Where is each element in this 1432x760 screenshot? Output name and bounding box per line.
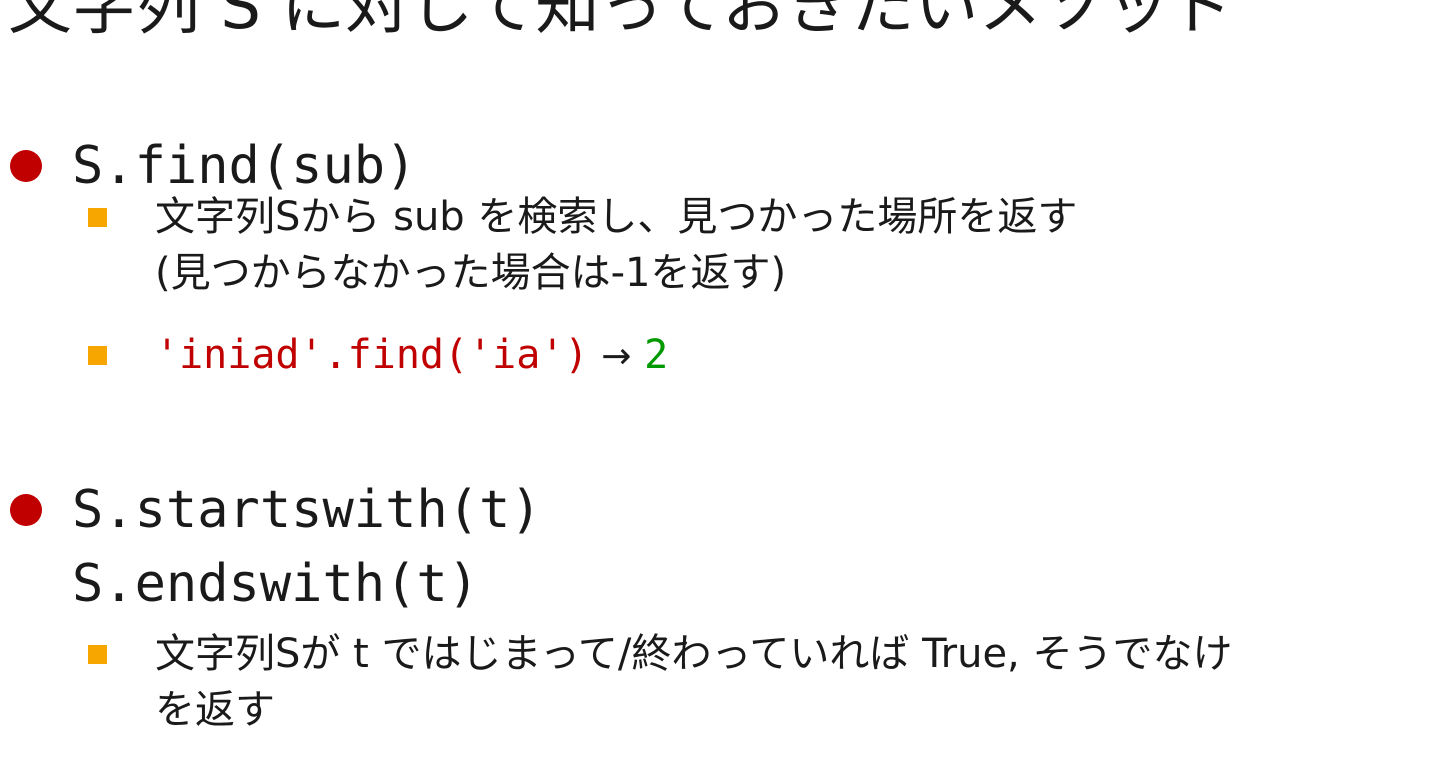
startswith-description-line1: 文字列Sが t ではじまって/終わっていれば True, そうでなけ <box>155 631 1233 677</box>
bullet-dot-startswith <box>10 494 42 526</box>
arrow-icon: → <box>601 336 632 377</box>
sub-bullet-find-example <box>88 346 107 365</box>
bullet-dot-find <box>10 150 42 182</box>
find-example-result: 2 <box>644 332 669 378</box>
find-description-line2: (見つからなかった場合は-1を返す) <box>155 250 787 296</box>
slide-title: 文字列 S に対して知っておきたいメソッド <box>8 0 1235 44</box>
find-example: 'iniad'.find('ia') → 2 <box>155 327 668 385</box>
sub-bullet-startswith-description <box>88 645 107 664</box>
sub-bullet-find-description <box>88 208 107 227</box>
slide: 文字列 S に対して知っておきたいメソッド S.find(sub) 文字列Sから… <box>0 0 1432 760</box>
find-example-code: 'iniad'.find('ia') <box>155 332 589 378</box>
startswith-description-line2: を返す <box>155 687 275 733</box>
method-startswith-heading: S.startswith(t) <box>72 480 542 540</box>
find-description-line1: 文字列Sから sub を検索し、見つかった場所を返す <box>155 194 1078 240</box>
method-endswith-heading: S.endswith(t) <box>72 554 479 614</box>
